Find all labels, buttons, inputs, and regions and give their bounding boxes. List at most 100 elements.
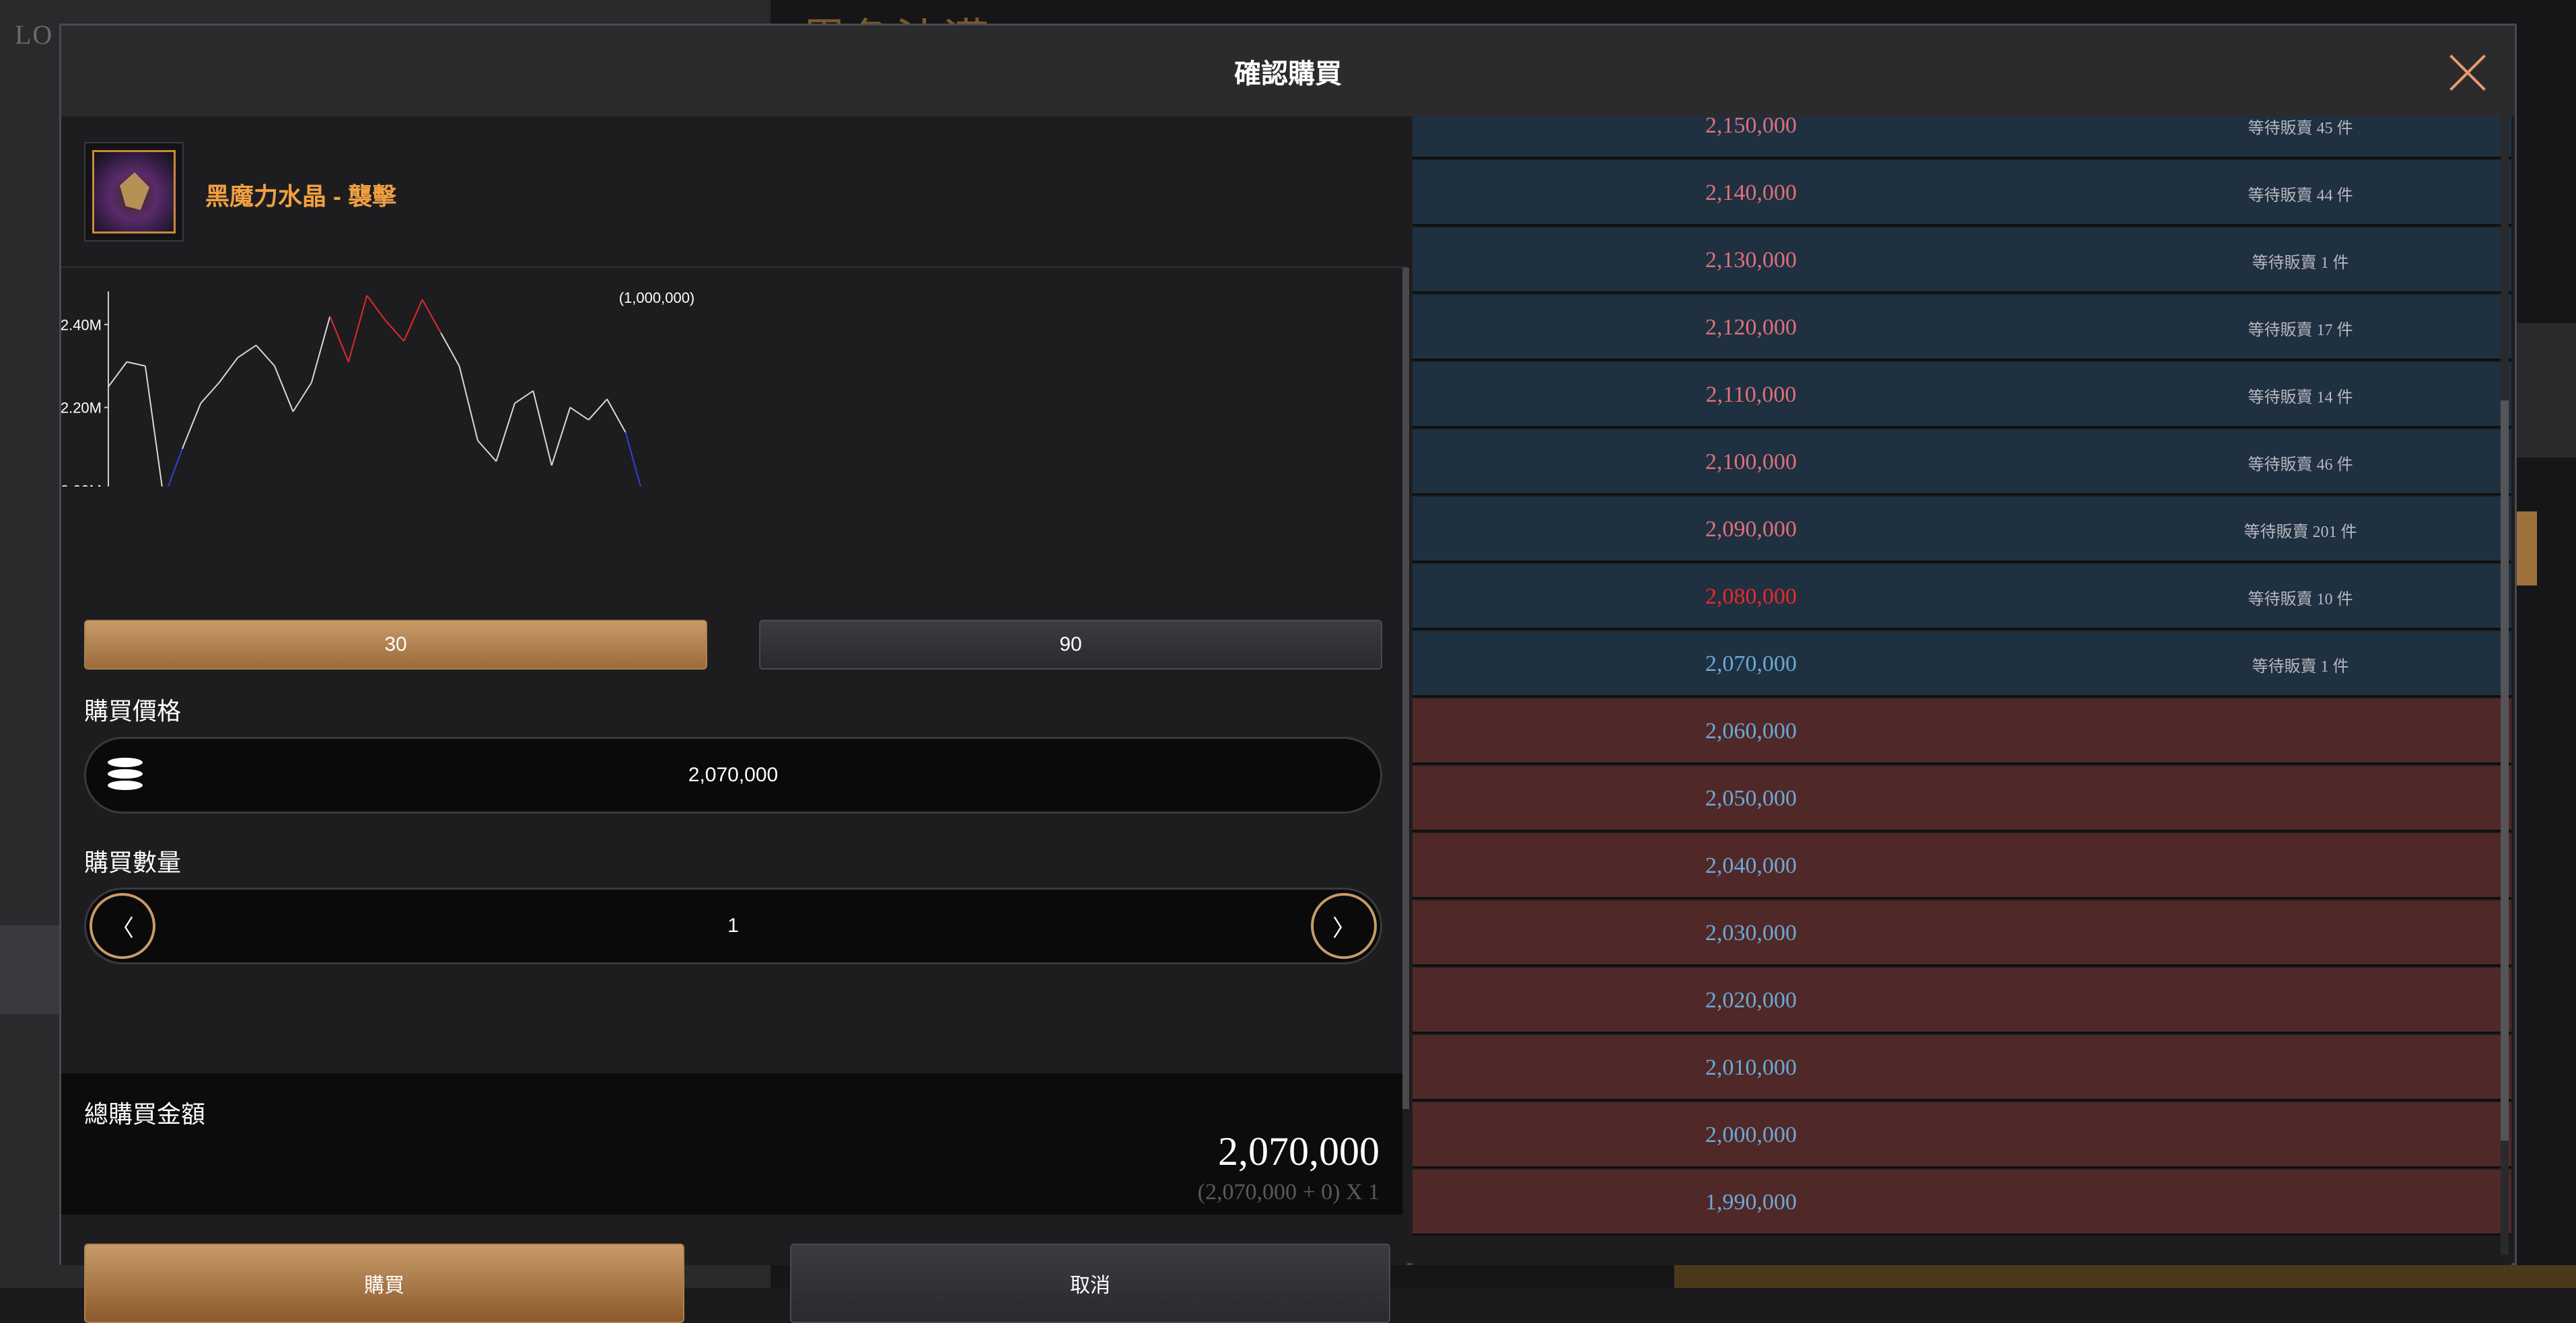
order-waiting-count (2089, 968, 2511, 1034)
order-book-scrollbar-thumb[interactable] (2501, 400, 2509, 1141)
chart-line-segment (108, 361, 128, 388)
chart-line-segment (624, 432, 645, 499)
order-book-row[interactable]: 2,140,000 等待販賣 44 件 (1412, 160, 2511, 226)
price-label: 購買價格 (84, 697, 182, 725)
form-scrollbar[interactable] (1402, 268, 1409, 1109)
item-header: 黑魔力水晶 - 襲擊 (61, 116, 1407, 268)
order-book-row[interactable]: 2,150,000 等待販賣 45 件 (1412, 116, 2511, 159)
order-waiting-count: 等待販賣 201 件 (2244, 523, 2357, 541)
period-30-button[interactable]: 30 (84, 620, 707, 670)
dialog-title: 確認購買 (1234, 59, 1342, 89)
order-book-row[interactable]: 2,010,000 (1412, 1035, 2511, 1101)
chart-line-segment (347, 295, 368, 362)
chevron-right-icon: 〉 (1332, 915, 1355, 941)
period-90-button[interactable]: 90 (759, 620, 1382, 670)
order-waiting-count: 等待販賣 14 件 (2248, 388, 2353, 406)
chart-y-tick-label: 2.00M (61, 482, 102, 487)
chart-line-segment (550, 407, 571, 466)
order-waiting-count (2089, 699, 2511, 764)
order-book-row[interactable]: 2,060,000 (1412, 699, 2511, 764)
chart-line-segment (477, 440, 497, 462)
order-price: 2,060,000 (1705, 719, 1797, 744)
order-price: 2,130,000 (1705, 248, 1797, 273)
chart-line-segment (403, 299, 423, 342)
order-book-row[interactable]: 2,070,000 等待販賣 1 件 (1412, 631, 2511, 697)
order-price: 2,010,000 (1705, 1055, 1797, 1080)
order-price: 2,110,000 (1705, 382, 1797, 407)
quantity-value[interactable]: 1 (86, 890, 1380, 962)
buy-button[interactable]: 購買 (84, 1244, 684, 1323)
chart-y-tick-label: 2.20M (61, 399, 102, 416)
order-book-row[interactable]: 2,080,000 等待販賣 10 件 (1412, 564, 2511, 630)
chart-line-segment (274, 365, 294, 413)
order-book-row[interactable]: 2,000,000 (1412, 1102, 2511, 1168)
chart-line-segment (218, 357, 238, 384)
chart-line-segment (329, 316, 349, 363)
chart-line-segment (200, 382, 220, 404)
chart-line-segment (310, 316, 331, 383)
chart-unit-label: (1,000,000) (619, 289, 695, 306)
order-price: 2,140,000 (1705, 180, 1797, 205)
total-amount: 2,070,000 (1218, 1129, 1380, 1174)
chart-line-segment (255, 345, 275, 367)
chart-line-segment (292, 382, 312, 413)
order-price: 2,030,000 (1705, 921, 1797, 945)
order-price: 2,020,000 (1705, 988, 1797, 1013)
chart-line-segment (514, 390, 534, 404)
quantity-decrement-button[interactable]: 〈 (90, 893, 155, 959)
price-history-chart: 2.00M2.20M2.40M09/1009/1709/2410/0110/08… (61, 285, 734, 528)
order-book-row[interactable]: 2,090,000 等待販賣 201 件 (1412, 497, 2511, 563)
order-waiting-count: 等待販賣 17 件 (2248, 321, 2353, 339)
chart-line-segment (237, 345, 257, 359)
item-name: 黑魔力水晶 - 襲擊 (205, 182, 396, 210)
chart-line-segment (532, 390, 552, 466)
chart-line-segment (440, 332, 460, 367)
cancel-button[interactable]: 取消 (790, 1244, 1390, 1323)
total-label: 總購買金額 (84, 1100, 206, 1128)
app-right-accent (2517, 511, 2537, 585)
order-price: 2,100,000 (1705, 450, 1797, 474)
order-book-row[interactable]: 2,120,000 等待販賣 17 件 (1412, 295, 2511, 361)
chart-line-segment (606, 398, 627, 433)
order-price: 2,000,000 (1705, 1122, 1797, 1147)
order-waiting-count: 等待販賣 46 件 (2248, 456, 2353, 474)
order-price: 2,080,000 (1705, 584, 1797, 609)
chart-line-segment (587, 398, 608, 421)
app-logo: LO (15, 20, 54, 50)
order-price: 2,050,000 (1705, 786, 1797, 811)
order-waiting-count (2089, 833, 2511, 899)
chart-line-segment (495, 403, 515, 462)
chart-line-segment (163, 448, 183, 499)
order-waiting-count (2089, 1170, 2511, 1236)
order-book-row[interactable]: 2,020,000 (1412, 968, 2511, 1034)
total-formula: (2,070,000 + 0) X 1 (1197, 1180, 1380, 1205)
order-price: 2,070,000 (1705, 651, 1797, 676)
quantity-increment-button[interactable]: 〉 (1311, 893, 1377, 959)
order-book-row[interactable]: 2,030,000 (1412, 900, 2511, 966)
item-icon-frame (84, 142, 184, 242)
order-price: 1,990,000 (1705, 1190, 1797, 1215)
close-icon[interactable] (2449, 54, 2486, 92)
order-waiting-count: 等待販賣 1 件 (2252, 254, 2349, 272)
purchase-form: 黑魔力水晶 - 襲擊 2.00M2.20M2.40M09/1009/1709/2… (61, 116, 1409, 1323)
order-book-row[interactable]: 2,110,000 等待販賣 14 件 (1412, 362, 2511, 428)
order-book-scrollbar[interactable] (2501, 111, 2509, 1255)
total-section: 總購買金額 2,070,000 (2,070,000 + 0) X 1 (61, 1073, 1402, 1215)
form-scrollbar-thumb[interactable] (1402, 268, 1409, 1109)
chart-y-tick-label: 2.40M (61, 316, 102, 333)
chart-line-segment (421, 299, 441, 334)
order-book-row[interactable]: 2,130,000 等待販賣 1 件 (1412, 227, 2511, 293)
order-book-row[interactable]: 2,100,000 等待販賣 46 件 (1412, 429, 2511, 495)
order-waiting-count (2089, 1102, 2511, 1168)
order-book-row[interactable]: 2,050,000 (1412, 766, 2511, 832)
order-book-row[interactable]: 1,990,000 (1412, 1170, 2511, 1236)
black-magic-crystal-icon (92, 150, 176, 234)
order-waiting-count (2089, 1035, 2511, 1101)
order-price: 2,150,000 (1705, 116, 1797, 138)
order-price: 2,120,000 (1705, 315, 1797, 340)
chart-line-segment (366, 295, 386, 321)
order-waiting-count (2089, 900, 2511, 966)
order-book-row[interactable]: 2,040,000 (1412, 833, 2511, 899)
order-book: 2,150,000 等待販賣 45 件 2,140,000 等待販賣 44 件 2,13… (1412, 116, 2511, 1265)
chart-line-segment (127, 361, 146, 367)
